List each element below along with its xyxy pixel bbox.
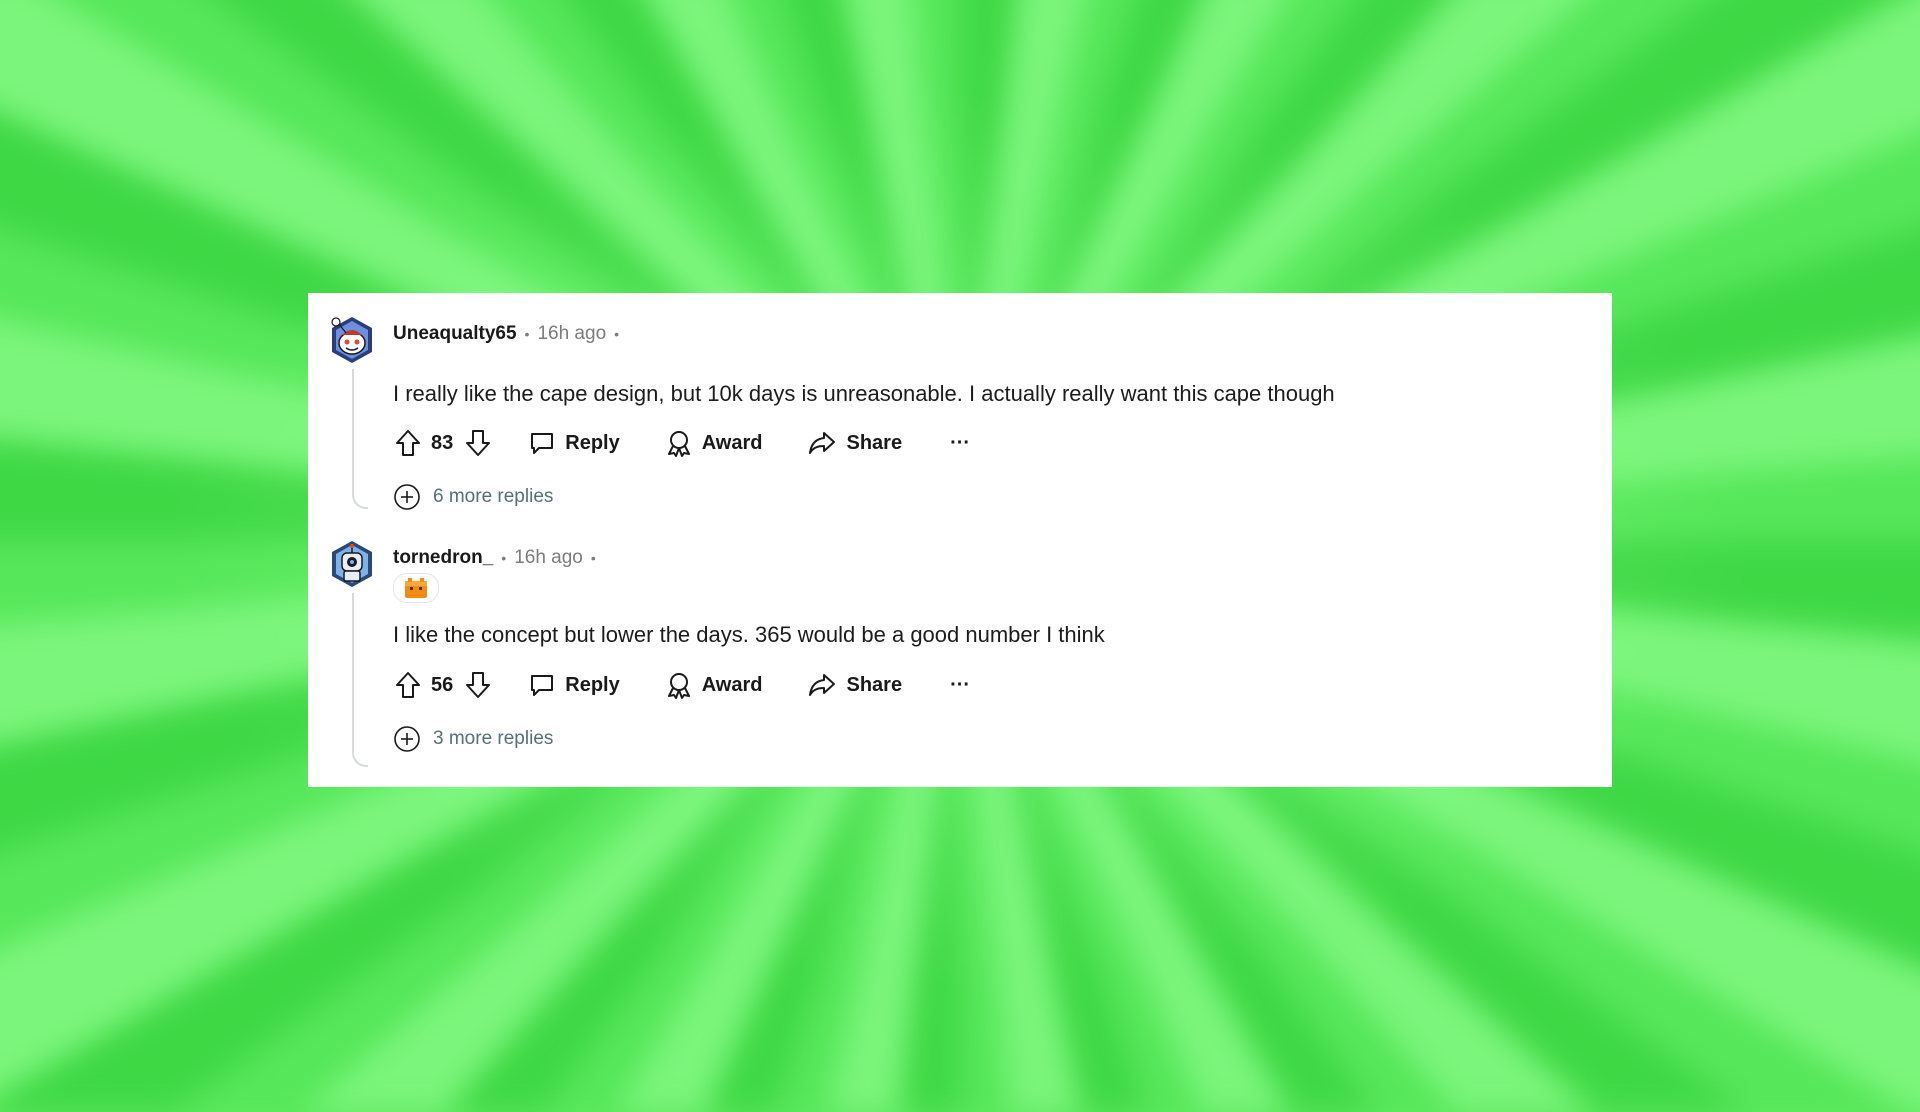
award-button[interactable]: Award [666, 429, 763, 457]
comments-card: Uneaqualty65 • 16h ago • I really like t… [308, 293, 1612, 787]
reply-button[interactable]: Reply [529, 672, 620, 698]
vote-score: 56 [431, 673, 454, 696]
downvote-button[interactable] [463, 427, 493, 459]
share-label: Share [846, 431, 903, 454]
user-flair [393, 573, 439, 603]
robot-avatar-icon[interactable] [328, 537, 376, 591]
downvote-arrow-icon [466, 430, 491, 456]
timestamp[interactable]: 16h ago [514, 547, 583, 569]
more-options-button[interactable]: ··· [950, 674, 970, 697]
vote-score: 83 [431, 431, 454, 454]
thread-line [352, 593, 368, 767]
award-ribbon-icon [667, 431, 690, 457]
orange-block-flair-icon [405, 578, 427, 598]
comment-bubble-icon [531, 433, 554, 454]
comment-actions: 56 Reply Award Share ··· [393, 667, 970, 703]
award-button[interactable]: Award [666, 671, 763, 699]
more-replies-label: 6 more replies [433, 486, 554, 507]
comment-meta: tornedron_ • 16h ago • [393, 547, 604, 569]
award-label: Award [701, 431, 763, 454]
reply-label: Reply [565, 673, 620, 696]
share-arrow-icon [809, 674, 836, 696]
share-button[interactable]: Share [808, 672, 902, 698]
timestamp[interactable]: 16h ago [537, 323, 606, 345]
upvote-arrow-icon [396, 672, 420, 698]
more-options-button[interactable]: ··· [950, 432, 970, 455]
share-label: Share [846, 673, 903, 696]
comment-text: I like the concept but lower the days. 3… [393, 622, 1105, 647]
reply-label: Reply [565, 431, 620, 454]
share-button[interactable]: Share [808, 430, 902, 456]
separator-dot: • [614, 326, 620, 342]
award-label: Award [701, 673, 763, 696]
username[interactable]: tornedron_ [393, 547, 493, 569]
reply-button[interactable]: Reply [529, 430, 620, 456]
separator-dot: • [524, 326, 530, 342]
comment-meta: Uneaqualty65 • 16h ago • [393, 323, 627, 345]
award-ribbon-icon [667, 673, 690, 699]
username[interactable]: Uneaqualty65 [393, 323, 517, 345]
comment-actions: 83 Reply Award Share ··· [393, 425, 970, 461]
more-replies-link[interactable]: 3 more replies [393, 725, 553, 753]
comment-text: I really like the cape design, but 10k d… [393, 381, 1335, 406]
separator-dot: • [590, 550, 596, 566]
plus-circle-icon [394, 484, 420, 510]
downvote-button[interactable] [463, 669, 493, 701]
upvote-button[interactable] [393, 669, 423, 701]
plus-circle-icon [394, 726, 420, 752]
downvote-arrow-icon [466, 672, 491, 698]
more-replies-link[interactable]: 6 more replies [393, 483, 553, 511]
upvote-arrow-icon [396, 430, 420, 456]
more-replies-label: 3 more replies [433, 728, 554, 749]
snoo-avatar-icon[interactable] [328, 313, 376, 367]
separator-dot: • [501, 550, 507, 566]
upvote-button[interactable] [393, 427, 423, 459]
thread-line [352, 369, 368, 509]
comment-bubble-icon [531, 675, 554, 696]
share-arrow-icon [809, 432, 836, 454]
